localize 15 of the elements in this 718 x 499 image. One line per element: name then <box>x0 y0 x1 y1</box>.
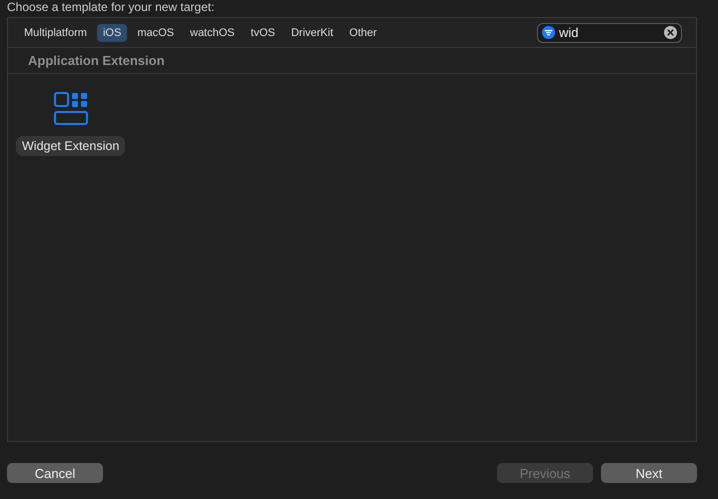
platform-tab[interactable]: iOS <box>96 24 128 42</box>
widget-grid-icon <box>54 92 88 126</box>
platform-tab[interactable]: watchOS <box>184 24 241 42</box>
search-field[interactable]: wid <box>537 22 682 42</box>
section-header: Application Extension <box>8 48 696 74</box>
platform-tab[interactable]: macOS <box>131 24 180 42</box>
template-item[interactable]: Widget Extension <box>16 136 126 156</box>
platform-tab[interactable]: Other <box>343 24 383 42</box>
platform-tab[interactable]: DriverKit <box>285 24 340 42</box>
dialog-heading: Choose a template for your new target: <box>7 0 214 14</box>
clear-icon[interactable] <box>664 26 677 39</box>
cancel-button[interactable]: Cancel <box>7 463 103 483</box>
platform-tab[interactable]: Multiplatform <box>18 24 93 42</box>
platform-tab[interactable]: tvOS <box>244 24 282 42</box>
next-button[interactable]: Next <box>601 463 697 483</box>
